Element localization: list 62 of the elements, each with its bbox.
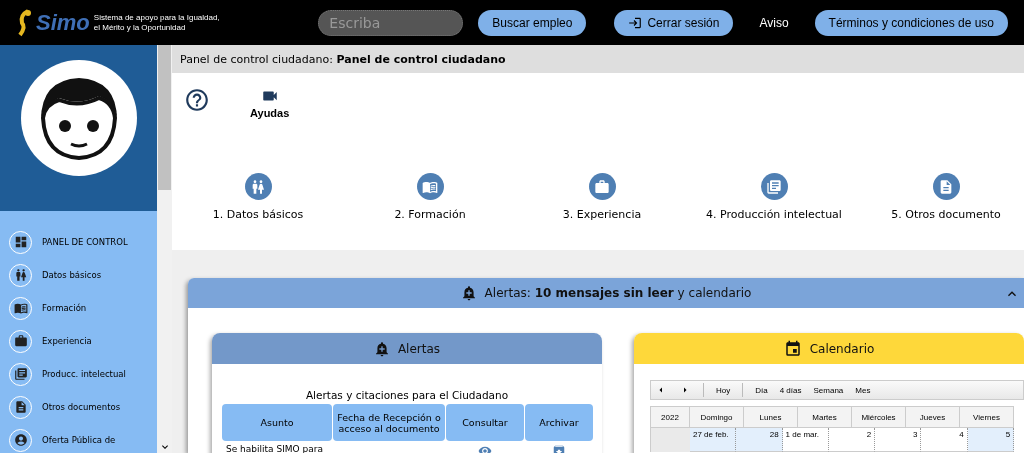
step-link[interactable]: 4. Producción intelectual [688, 173, 860, 221]
calendar-view-button[interactable]: 4 días [779, 385, 802, 395]
day-header: Viernes [960, 406, 1014, 428]
sidebar-item[interactable]: PANEL DE CONTROL [0, 229, 157, 255]
logo-figure-icon [16, 8, 32, 37]
alerts-panel-header[interactable]: Alertas: 10 mensajes sin leer y calendario [188, 278, 1024, 308]
sidebar-item[interactable]: Datos básicos [0, 262, 157, 288]
logout-icon [628, 15, 643, 30]
sidebar-item[interactable]: Oferta Pública de [0, 427, 157, 453]
alerts-title: Alertas [397, 341, 441, 356]
step-link[interactable]: 2. Formación [344, 173, 516, 221]
date-cell[interactable]: 27 de feb. [690, 428, 737, 452]
calendar-view-button[interactable]: Mes [855, 385, 871, 395]
sidebar-item[interactable]: Experiencia [0, 328, 157, 354]
logo-text: Simo [36, 9, 90, 36]
column-header: Asunto [222, 404, 332, 441]
column-header: Fecha de Recepción o acceso al documento [333, 404, 445, 441]
year-header: 2022 [650, 406, 690, 428]
search-button[interactable]: Buscar empleo [478, 9, 587, 36]
help-icon[interactable] [184, 87, 210, 113]
sidebar-item[interactable]: Producc. intelectual [0, 361, 157, 387]
document-icon [932, 173, 960, 200]
terms-button[interactable]: Términos y condiciones de uso [814, 9, 1008, 36]
documents-icon [760, 173, 788, 200]
day-header: Jueves [906, 406, 960, 428]
logout-button[interactable]: Cerrar sesión [614, 9, 734, 36]
day-header: Miércoles [852, 406, 906, 428]
breadcrumb: Panel de control ciudadano: Panel de control ciudadano [172, 45, 1024, 73]
book-icon [416, 173, 444, 200]
day-header: Domingo [690, 406, 744, 428]
column-header: Consultar [446, 404, 524, 441]
logo-tagline: Sistema de apoyo para la Igualdad, el Mérito y la Oportunidad [93, 12, 220, 33]
date-cell[interactable]: 4 [921, 428, 968, 452]
date-cell[interactable]: 2 [828, 428, 876, 452]
calendar-view-button[interactable]: Hoy [716, 385, 731, 395]
sidebar-item[interactable]: Formación [0, 295, 157, 321]
search-field[interactable]: Escriba [318, 9, 464, 36]
bell-icon [460, 285, 477, 301]
bell-icon [373, 340, 390, 357]
calendar-icon [783, 339, 802, 358]
date-cell[interactable]: 1 de mar. [782, 428, 829, 452]
help-link[interactable]: Ayudas [250, 87, 290, 119]
time-gutter [650, 428, 690, 452]
date-cell[interactable]: 28 [736, 428, 783, 452]
step-link[interactable]: 3. Experiencia [516, 173, 688, 221]
date-cell[interactable]: 3 [875, 428, 922, 452]
date-cell[interactable]: 5 [967, 428, 1015, 452]
table-cell-text: Se habilita SIMO para [225, 444, 324, 453]
step-link[interactable]: 5. Otros documento [860, 173, 1024, 221]
column-header: Archivar [525, 404, 593, 441]
day-header: Martes [798, 406, 852, 428]
calendar-view-button[interactable]: Día [755, 385, 768, 395]
avatar-icon [18, 58, 139, 178]
calendar-title: Calendario [809, 341, 875, 356]
day-header: Lunes [744, 406, 798, 428]
table-caption: Alertas y citaciones para el Ciudadano [304, 389, 510, 401]
briefcase-icon [588, 173, 616, 200]
notice-link[interactable]: Aviso [759, 15, 789, 30]
people-icon [244, 173, 272, 200]
step-link[interactable]: 1. Datos básicos [172, 173, 344, 221]
sidebar-item[interactable]: Otros documentos [0, 394, 157, 420]
calendar-view-button[interactable]: Semana [813, 385, 844, 395]
